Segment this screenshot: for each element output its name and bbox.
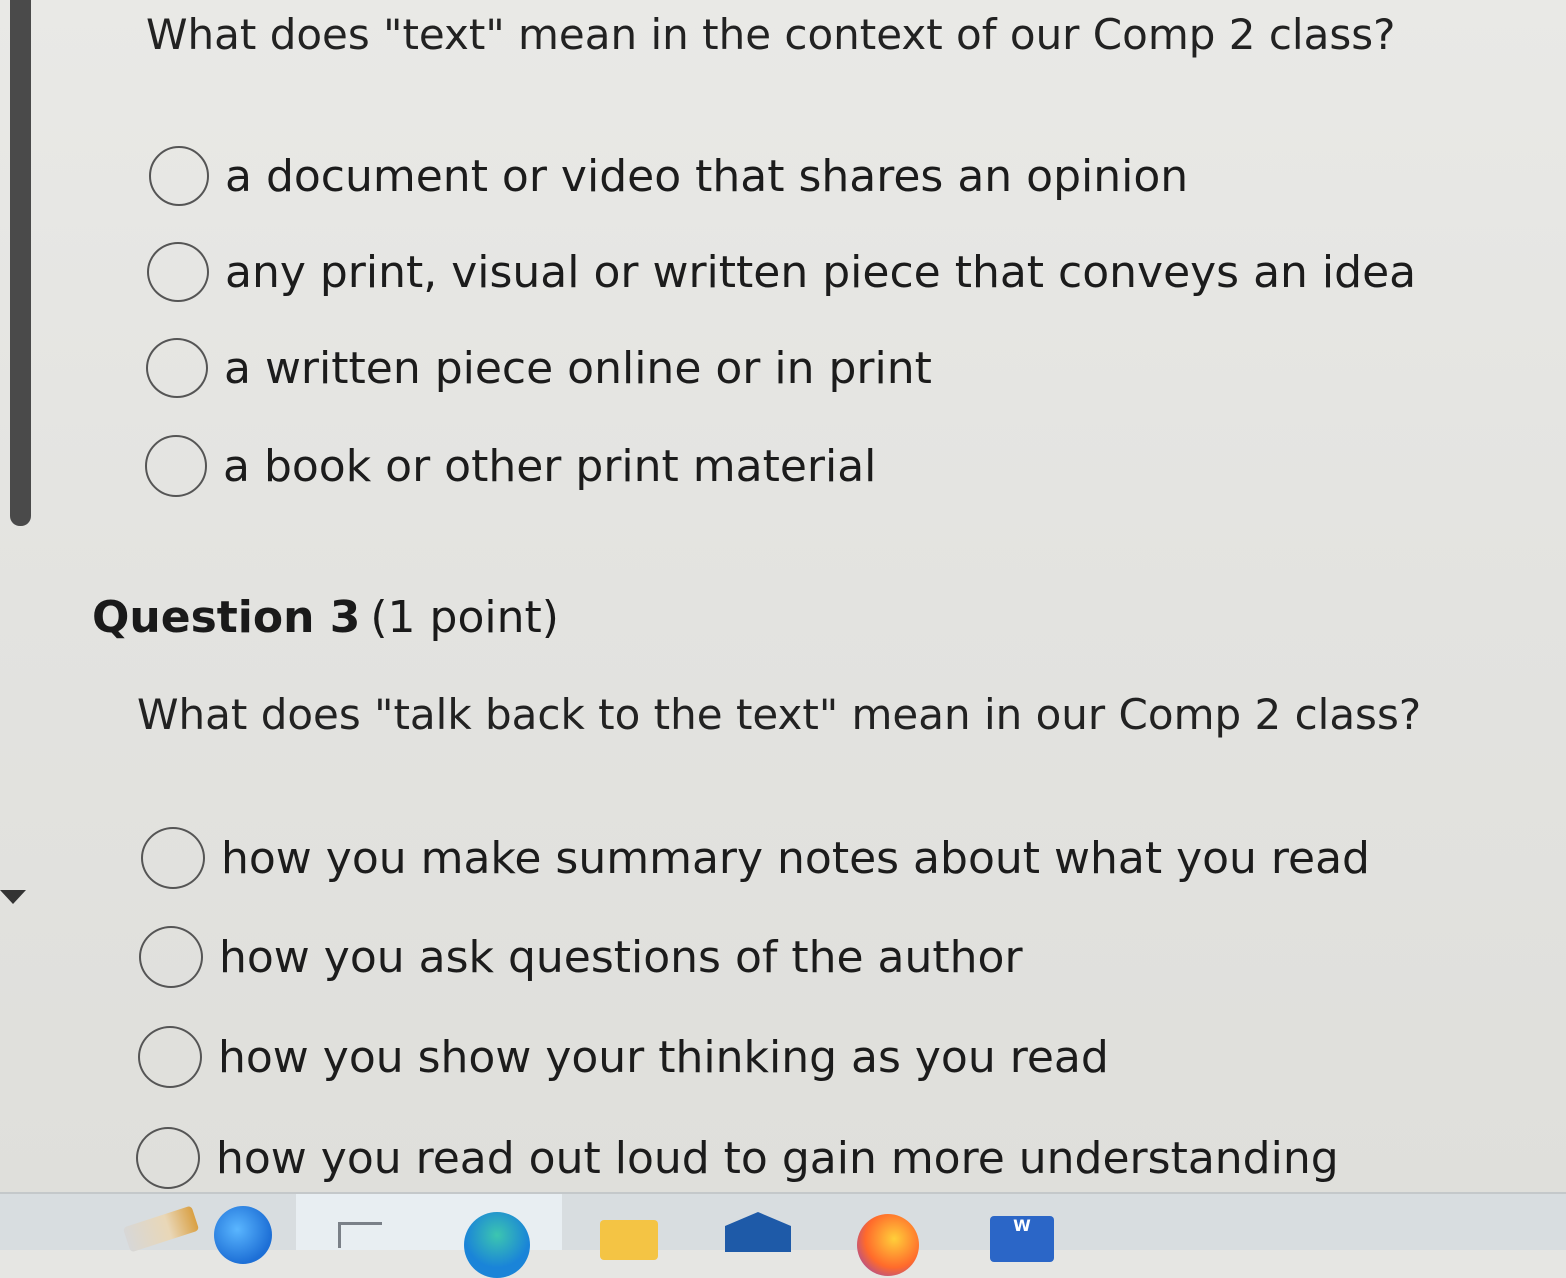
question-2-option-1[interactable]: a document or video that shares an opini… — [149, 146, 1188, 206]
radio-button[interactable] — [139, 926, 203, 988]
option-label: how you ask questions of the author — [219, 931, 1023, 983]
folder-icon[interactable] — [600, 1220, 658, 1260]
option-label: a document or video that shares an opini… — [225, 150, 1189, 202]
pencil-icon[interactable] — [122, 1205, 200, 1253]
option-label: how you read out loud to gain more under… — [216, 1132, 1339, 1184]
question-3-option-4[interactable]: how you read out loud to gain more under… — [136, 1127, 1339, 1189]
question-2-option-3[interactable]: a written piece online or in print — [146, 338, 932, 398]
word-icon-letter: W — [1013, 1216, 1031, 1235]
radio-button[interactable] — [146, 338, 208, 398]
radio-button[interactable] — [136, 1127, 200, 1189]
radio-button[interactable] — [141, 827, 205, 889]
option-label: a book or other print material — [223, 440, 877, 492]
quiz-page: What does "text" mean in the context of … — [0, 0, 1566, 1192]
question-2-option-2[interactable]: any print, visual or written piece that … — [147, 242, 1416, 302]
edge-icon[interactable] — [464, 1212, 530, 1278]
word-icon[interactable]: W — [990, 1216, 1054, 1262]
question-3-option-2[interactable]: how you ask questions of the author — [139, 926, 1023, 988]
question-2-option-4[interactable]: a book or other print material — [145, 435, 876, 497]
question-3-option-1[interactable]: how you make summary notes about what yo… — [141, 827, 1370, 889]
mail-icon[interactable] — [725, 1212, 791, 1252]
question-number: Question 3 — [92, 592, 361, 643]
question-3-prompt: What does "talk back to the text" mean i… — [137, 690, 1422, 739]
radio-button[interactable] — [149, 146, 209, 206]
task-view-icon[interactable] — [338, 1222, 382, 1248]
question-3-option-3[interactable]: how you show your thinking as you read — [138, 1026, 1109, 1088]
option-label: how you make summary notes about what yo… — [221, 832, 1370, 884]
radio-button[interactable] — [147, 242, 209, 302]
taskbar: W — [0, 1192, 1566, 1278]
question-2-prompt: What does "text" mean in the context of … — [146, 10, 1396, 59]
question-3-header: Question 3 (1 point) — [92, 592, 559, 643]
question-points: (1 point) — [370, 592, 559, 643]
option-label: any print, visual or written piece that … — [225, 246, 1417, 298]
radio-button[interactable] — [138, 1026, 202, 1088]
radio-button[interactable] — [145, 435, 207, 497]
collapse-arrow-icon[interactable] — [0, 890, 26, 904]
option-label: a written piece online or in print — [224, 342, 932, 394]
option-label: how you show your thinking as you read — [218, 1031, 1109, 1083]
firefox-icon[interactable] — [857, 1214, 919, 1276]
globe-icon[interactable] — [214, 1206, 272, 1264]
scrollbar-thumb[interactable] — [10, 0, 31, 526]
